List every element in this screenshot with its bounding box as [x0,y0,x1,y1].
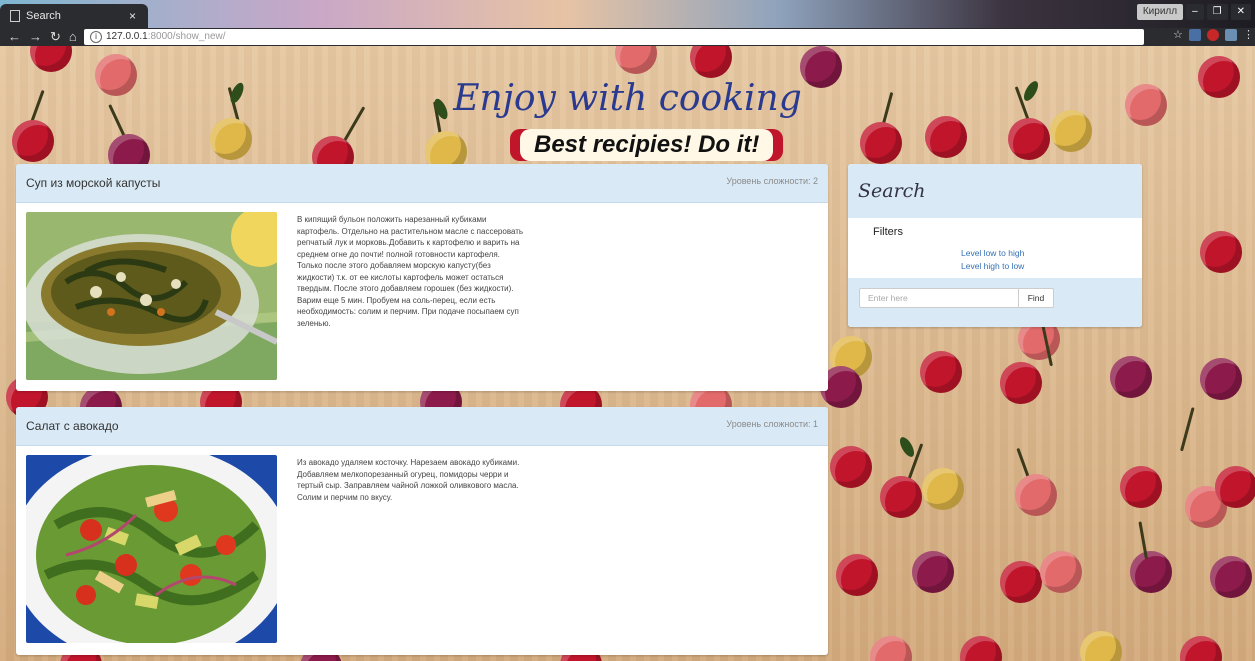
filters-label: Filters [873,226,903,238]
restore-icon[interactable]: ❐ [1206,4,1228,20]
site-banner: Best recipies! Do it! [520,129,774,161]
profile-button[interactable]: Кирилл [1136,4,1184,20]
site-title: Enjoy with cooking [453,78,802,119]
tab-title: Search [26,10,61,22]
recipe-description: Из авокадо удаляем косточку. Нарезаем ав… [297,458,520,502]
address-bar[interactable]: i 127.0.0.1:8000/show_new/ [84,29,1144,45]
search-panel-header: Search [848,164,1142,218]
difficulty-level: Уровень сложности: 2 [726,176,818,186]
recipe-card: Суп из морской капусты Уровень сложности… [16,164,828,391]
recipe-card-header: Салат с авокадо Уровень сложности: 1 [16,407,828,446]
menu-icon[interactable]: ⋮ [1243,29,1254,41]
filter-level-high-to-low-link[interactable]: Level high to low [961,261,1024,271]
search-input[interactable] [859,288,1019,308]
abp-extension-icon[interactable] [1207,29,1219,41]
difficulty-level: Уровень сложности: 1 [726,419,818,429]
info-icon[interactable]: i [90,31,102,43]
back-icon[interactable]: ← [8,29,29,44]
reload-icon[interactable]: ↻ [50,29,69,44]
recipe-description: В кипящий бульон положить нарезанный куб… [297,215,524,328]
browser-chrome: Search × Кирилл – ❐ ✕ ←→↻⌂ i 127.0.0.1:80… [0,0,1255,46]
search-title: Search [858,180,926,202]
seaweed-soup-photo [26,212,277,380]
page-background: Enjoy with cooking Best recipies! Do it!… [0,46,1255,661]
browser-toolbar: ←→↻⌂ i 127.0.0.1:8000/show_new/ ☆ ⋮ [0,28,1255,46]
recipe-card-header: Суп из морской капусты Уровень сложности… [16,164,828,203]
close-window-icon[interactable]: ✕ [1230,4,1251,20]
window-controls: Кирилл – ❐ ✕ [1136,4,1251,20]
find-button[interactable]: Find [1018,288,1054,308]
home-icon[interactable]: ⌂ [69,29,85,44]
bookmark-star-icon[interactable]: ☆ [1173,30,1183,41]
recipe-card: Салат с авокадо Уровень сложности: 1 Из … [16,407,828,655]
forward-icon[interactable]: → [29,29,50,44]
extension-icon[interactable] [1225,29,1237,41]
extension-icon[interactable] [1189,29,1201,41]
nav-buttons: ←→↻⌂ [8,29,85,45]
tab-strip: Search × Кирилл – ❐ ✕ [0,0,1255,28]
filter-level-low-to-high-link[interactable]: Level low to high [961,248,1024,258]
toolbar-extensions: ☆ ⋮ [1173,29,1254,41]
browser-tab[interactable]: Search × [0,4,148,28]
recipe-image[interactable] [26,212,277,380]
url-path: :8000/show_new/ [147,31,226,42]
minimize-icon[interactable]: – [1186,4,1204,20]
search-form: Find [848,278,1142,327]
recipe-image[interactable] [26,455,277,643]
page-icon [10,10,20,22]
recipe-title[interactable]: Суп из морской капусты [26,176,160,190]
close-tab-icon[interactable]: × [129,9,136,23]
search-panel: Search Filters Level low to high Level h… [848,164,1142,327]
avocado-salad-photo [26,455,277,643]
recipe-title[interactable]: Салат с авокадо [26,419,119,433]
url-host: 127.0.0.1 [106,31,148,42]
